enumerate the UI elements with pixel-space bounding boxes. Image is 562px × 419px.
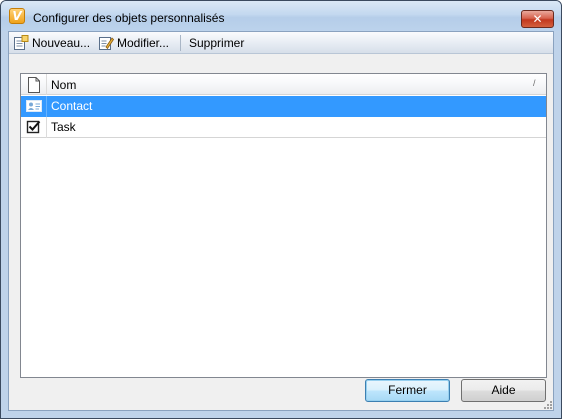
dialog-client-area: Nouveau... Modifier... Supprimer Nom / C… — [8, 31, 554, 411]
custom-objects-list[interactable]: Nom / Contact Task — [20, 73, 547, 378]
column-resize-grip[interactable]: / — [533, 78, 536, 88]
column-header-name[interactable]: Nom — [51, 78, 76, 92]
contact-card-icon — [26, 100, 42, 112]
row-name-task: Task — [51, 120, 76, 134]
list-row-task[interactable]: Task — [21, 117, 546, 138]
new-button-label: Nouveau... — [32, 36, 91, 50]
list-row-contact[interactable]: Contact — [21, 96, 546, 117]
task-checkbox-icon — [26, 120, 41, 134]
app-logo-icon: V — [9, 8, 25, 24]
toolbar: Nouveau... Modifier... Supprimer — [9, 32, 553, 54]
delete-button-label: Supprimer — [189, 36, 245, 50]
help-button[interactable]: Aide — [461, 379, 546, 402]
title-bar[interactable]: V Configurer des objets personnalisés ✕ — [1, 1, 561, 31]
row-name-contact: Contact — [51, 99, 93, 113]
close-icon: ✕ — [532, 12, 543, 26]
new-button[interactable]: Nouveau... — [13, 34, 90, 52]
header-column-divider — [46, 74, 47, 95]
row-column-divider — [46, 117, 47, 138]
row-column-divider — [46, 96, 47, 117]
new-document-icon — [14, 35, 29, 50]
modify-button-label: Modifier... — [117, 36, 170, 50]
list-header: Nom / — [21, 74, 546, 95]
app-logo-letter: V — [12, 9, 22, 23]
document-icon — [28, 77, 40, 93]
dialog-window: V Configurer des objets personnalisés ✕ … — [0, 0, 562, 419]
close-dialog-button[interactable]: Fermer — [365, 379, 450, 402]
close-window-button[interactable]: ✕ — [521, 10, 554, 28]
toolbar-separator — [180, 35, 181, 51]
window-title: Configurer des objets personnalisés — [33, 11, 225, 25]
delete-button[interactable]: Supprimer — [189, 34, 244, 52]
edit-icon — [99, 37, 114, 50]
modify-button[interactable]: Modifier... — [98, 34, 169, 52]
resize-grip-icon[interactable] — [543, 400, 553, 410]
